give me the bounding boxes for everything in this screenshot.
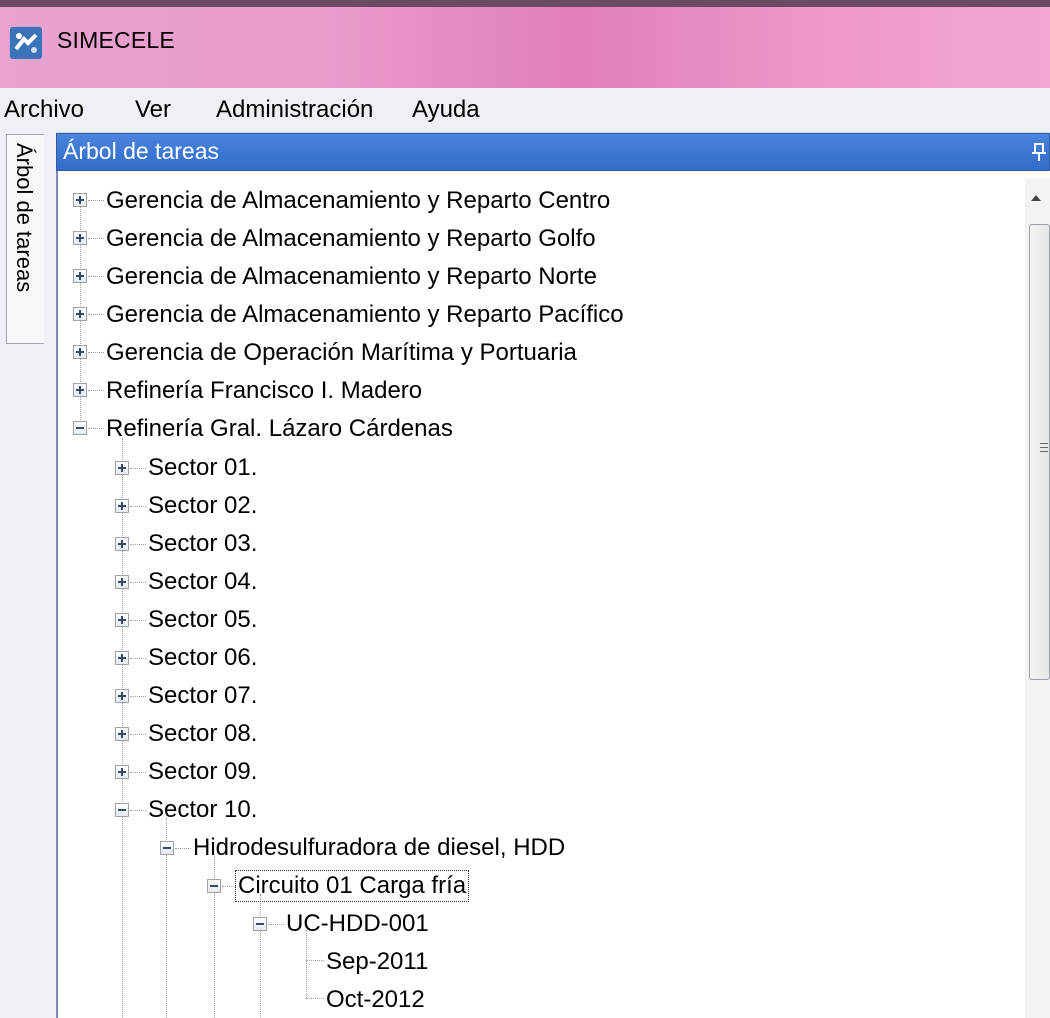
expand-icon[interactable] [115, 727, 129, 741]
expand-icon[interactable] [73, 345, 87, 359]
tree-connector [130, 772, 146, 773]
tree-connector [260, 894, 261, 1018]
tree-node-sector[interactable]: Sector 07. [148, 681, 257, 711]
tree-node-sector-10[interactable]: Sector 10. [148, 795, 257, 825]
expand-icon[interactable] [73, 193, 87, 207]
collapse-icon[interactable] [253, 917, 267, 931]
tree-node-sector[interactable]: Sector 05. [148, 605, 257, 635]
tree-node-gerencia-maritima[interactable]: Gerencia de Operación Marítima y Portuar… [106, 338, 577, 368]
tree-node-gerencia-pacifico[interactable]: Gerencia de Almacenamiento y Reparto Pac… [106, 300, 624, 330]
simecele-logo-icon[interactable] [10, 27, 42, 59]
tree-connector [88, 352, 104, 353]
expand-icon[interactable] [73, 269, 87, 283]
expand-icon[interactable] [115, 765, 129, 779]
tree-connector [130, 696, 146, 697]
tree-connector [88, 390, 104, 391]
expand-icon[interactable] [73, 307, 87, 321]
tree-node-sector[interactable]: Sector 03. [148, 529, 257, 559]
side-tab-label: Árbol de tareas [12, 143, 37, 293]
menu-administracion[interactable]: Administración [212, 95, 377, 125]
expand-icon[interactable] [73, 231, 87, 245]
expand-icon[interactable] [115, 651, 129, 665]
collapse-icon[interactable] [73, 421, 87, 435]
tree-node-refineria-madero[interactable]: Refinería Francisco I. Madero [106, 376, 422, 406]
tree-node-sector[interactable]: Sector 06. [148, 643, 257, 673]
tree-connector [222, 886, 236, 887]
tree-node-sector[interactable]: Sector 02. [148, 491, 257, 521]
tree-node-sector[interactable]: Sector 04. [148, 567, 257, 597]
expand-icon[interactable] [115, 575, 129, 589]
expand-icon[interactable] [115, 461, 129, 475]
tree-connector [130, 734, 146, 735]
tree-node-fecha[interactable]: Sep-2011 [326, 947, 428, 977]
tree-connector [88, 238, 104, 239]
tree-node-unidad[interactable]: UC-HDD-001 [286, 909, 429, 939]
tree-node-sector[interactable]: Sector 09. [148, 757, 257, 787]
tree-node-refineria-cardenas[interactable]: Refinería Gral. Lázaro Cárdenas [106, 414, 453, 444]
menu-archivo[interactable]: Archivo [0, 95, 88, 125]
expand-icon[interactable] [115, 537, 129, 551]
tree-node-sector[interactable]: Sector 01. [148, 453, 257, 483]
tree-node-planta-hdd[interactable]: Hidrodesulfuradora de diesel, HDD [193, 833, 565, 863]
collapse-icon[interactable] [160, 841, 174, 855]
tree-connector [130, 468, 146, 469]
panel-title: Árbol de tareas [63, 138, 219, 164]
tree-connector [306, 930, 307, 998]
pin-icon[interactable] [1029, 142, 1047, 162]
tree-connector [88, 314, 104, 315]
expand-icon[interactable] [73, 383, 87, 397]
tree-node-gerencia-norte[interactable]: Gerencia de Almacenamiento y Reparto Nor… [106, 262, 597, 292]
tree-connector [88, 200, 104, 201]
expand-icon[interactable] [115, 689, 129, 703]
tree-connector [130, 810, 146, 811]
tree-connector [130, 658, 146, 659]
tree-node-circuito-selected[interactable]: Circuito 01 Carga fría [234, 870, 470, 902]
side-tab-arbol-de-tareas[interactable]: Árbol de tareas [6, 134, 44, 344]
tree-connector [175, 848, 191, 849]
tree-connector [268, 924, 284, 925]
collapse-icon[interactable] [207, 879, 221, 893]
window-title: SIMECELE [57, 27, 175, 53]
tree-node-gerencia-golfo[interactable]: Gerencia de Almacenamiento y Reparto Gol… [106, 224, 596, 254]
tree-node-sector[interactable]: Sector 08. [148, 719, 257, 749]
tree-connector [130, 620, 146, 621]
tree-connector [306, 960, 324, 961]
tree-connector [88, 276, 104, 277]
menu-ver[interactable]: Ver [131, 95, 175, 125]
scrollbar-grip-icon [1040, 443, 1048, 453]
tree-connector [130, 582, 146, 583]
tree-connector [88, 428, 104, 429]
tree-connector [306, 998, 324, 999]
expand-icon[interactable] [115, 613, 129, 627]
tree-connector [130, 506, 146, 507]
panel-header: Árbol de tareas [56, 133, 1050, 171]
collapse-icon[interactable] [115, 803, 129, 817]
tree-node-gerencia-centro[interactable]: Gerencia de Almacenamiento y Reparto Cen… [106, 186, 610, 216]
tree-node-fecha[interactable]: Oct-2012 [326, 985, 425, 1015]
menu-ayuda[interactable]: Ayuda [408, 95, 484, 125]
tree-connector [130, 544, 146, 545]
scroll-up-arrow-icon[interactable] [1031, 195, 1041, 201]
expand-icon[interactable] [115, 499, 129, 513]
